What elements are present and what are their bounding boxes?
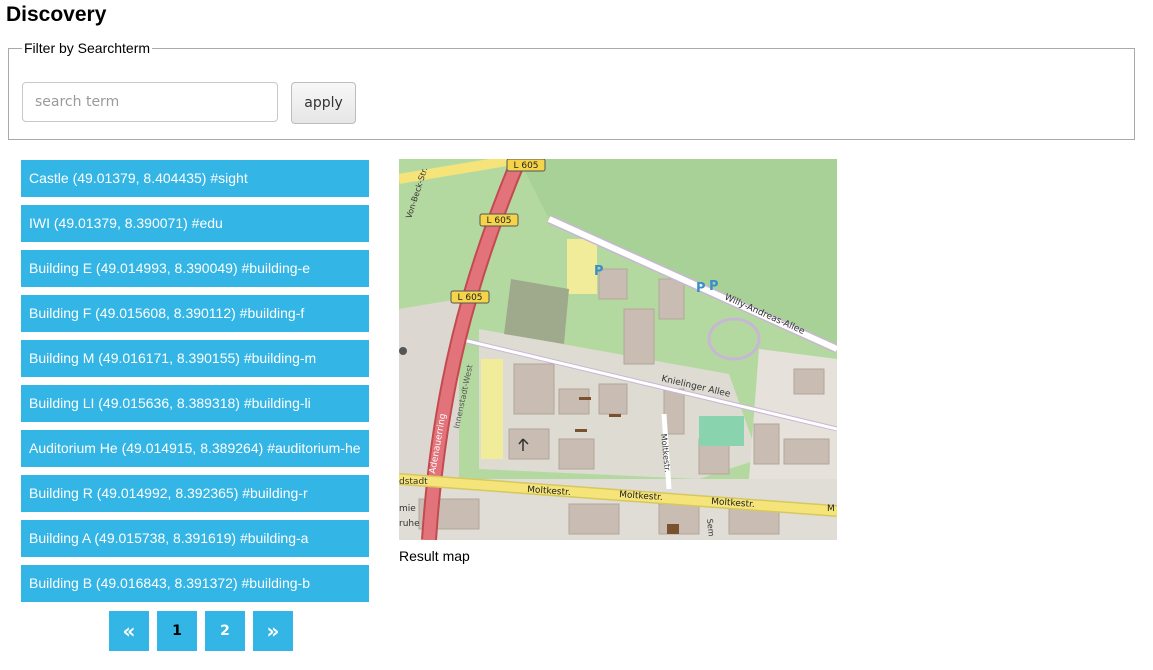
- result-item-building-r[interactable]: Building R (49.014992, 8.392365) #buildi…: [21, 475, 369, 512]
- next-page-button[interactable]: »: [253, 611, 293, 651]
- filter-panel: Filter by Searchterm apply: [8, 40, 1135, 140]
- svg-text:L 605: L 605: [486, 216, 511, 226]
- result-item-auditorium-he[interactable]: Auditorium He (49.014915, 8.389264) #aud…: [21, 430, 369, 467]
- green-pitch: [699, 416, 744, 446]
- map-caption: Result map: [399, 548, 470, 564]
- result-item-building-li[interactable]: Building LI (49.015636, 8.389318) #build…: [21, 385, 369, 422]
- parking-marker-1: P: [594, 264, 604, 279]
- result-map[interactable]: L 605 L 605 L 605 Willy-Andreas-Allee Kn…: [399, 159, 837, 540]
- label-m-fragment: M: [827, 504, 835, 514]
- sports-field: [504, 279, 569, 344]
- label-sem-fragment: Sem: [705, 518, 716, 537]
- apply-button[interactable]: apply: [291, 82, 356, 124]
- campus-yellow-block: [481, 359, 503, 459]
- label-karlsruhe-fragment: ruhe: [399, 519, 420, 529]
- result-item-castle[interactable]: Castle (49.01379, 8.404435) #sight: [21, 160, 369, 197]
- library-icon: [667, 524, 679, 534]
- parking-marker-3: P: [709, 279, 719, 294]
- result-item-building-f[interactable]: Building F (49.015608, 8.390112) #buildi…: [21, 295, 369, 332]
- results-list: Castle (49.01379, 8.404435) #sight IWI (…: [21, 160, 369, 610]
- page-title: Discovery: [6, 3, 107, 26]
- svg-text:L 605: L 605: [457, 293, 482, 303]
- pagination: « 1 2 »: [109, 611, 293, 651]
- castle-icon: [399, 347, 407, 355]
- page-1-button[interactable]: 1: [157, 611, 197, 651]
- prev-page-button[interactable]: «: [109, 611, 149, 651]
- label-stadt-fragment: dstadt: [399, 477, 428, 487]
- result-item-building-m[interactable]: Building M (49.016171, 8.390155) #buildi…: [21, 340, 369, 377]
- parking-marker-2: P: [696, 281, 706, 296]
- l605-shield-3: L 605: [450, 290, 490, 304]
- result-item-iwi[interactable]: IWI (49.01379, 8.390071) #edu: [21, 205, 369, 242]
- page-2-button[interactable]: 2: [205, 611, 245, 651]
- search-input[interactable]: [22, 82, 278, 122]
- result-item-building-e[interactable]: Building E (49.014993, 8.390049) #buildi…: [21, 250, 369, 287]
- l605-shield-1: L 605: [506, 159, 546, 172]
- result-item-building-b[interactable]: Building B (49.016843, 8.391372) #buildi…: [21, 565, 369, 602]
- label-mie-fragment: mie: [399, 504, 416, 514]
- map-canvas: L 605 L 605 L 605 Willy-Andreas-Allee Kn…: [399, 159, 837, 540]
- svg-text:L 605: L 605: [513, 161, 538, 171]
- parking-area: [567, 239, 597, 294]
- result-item-building-a[interactable]: Building A (49.015738, 8.391619) #buildi…: [21, 520, 369, 557]
- l605-shield-2: L 605: [479, 213, 519, 227]
- filter-legend: Filter by Searchterm: [22, 40, 153, 56]
